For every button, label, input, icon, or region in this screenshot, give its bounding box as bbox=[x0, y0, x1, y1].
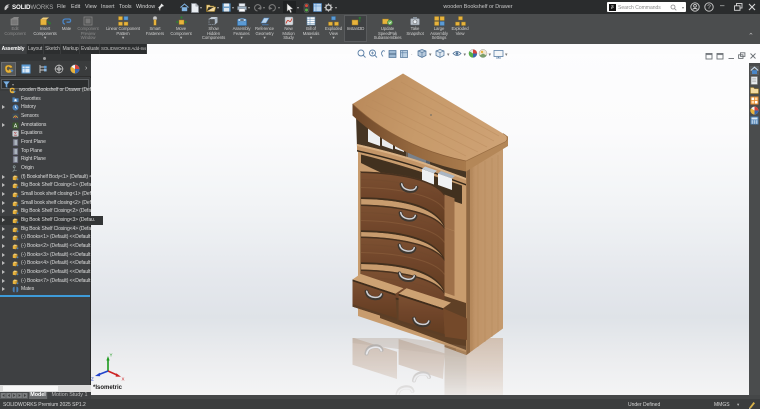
svg-text:▾: ▾ bbox=[464, 52, 467, 58]
svg-text:▾: ▾ bbox=[429, 52, 432, 58]
svg-text:▾: ▾ bbox=[489, 52, 492, 58]
svg-text:Z: Z bbox=[91, 377, 94, 382]
svg-text:·: · bbox=[411, 52, 413, 58]
svg-text:X: X bbox=[122, 377, 125, 382]
svg-text:▾: ▾ bbox=[447, 52, 450, 58]
svg-text:▾: ▾ bbox=[505, 52, 508, 58]
svg-text:A: A bbox=[14, 123, 18, 129]
svg-text:?: ? bbox=[707, 4, 711, 11]
svg-text:Y: Y bbox=[110, 353, 113, 358]
